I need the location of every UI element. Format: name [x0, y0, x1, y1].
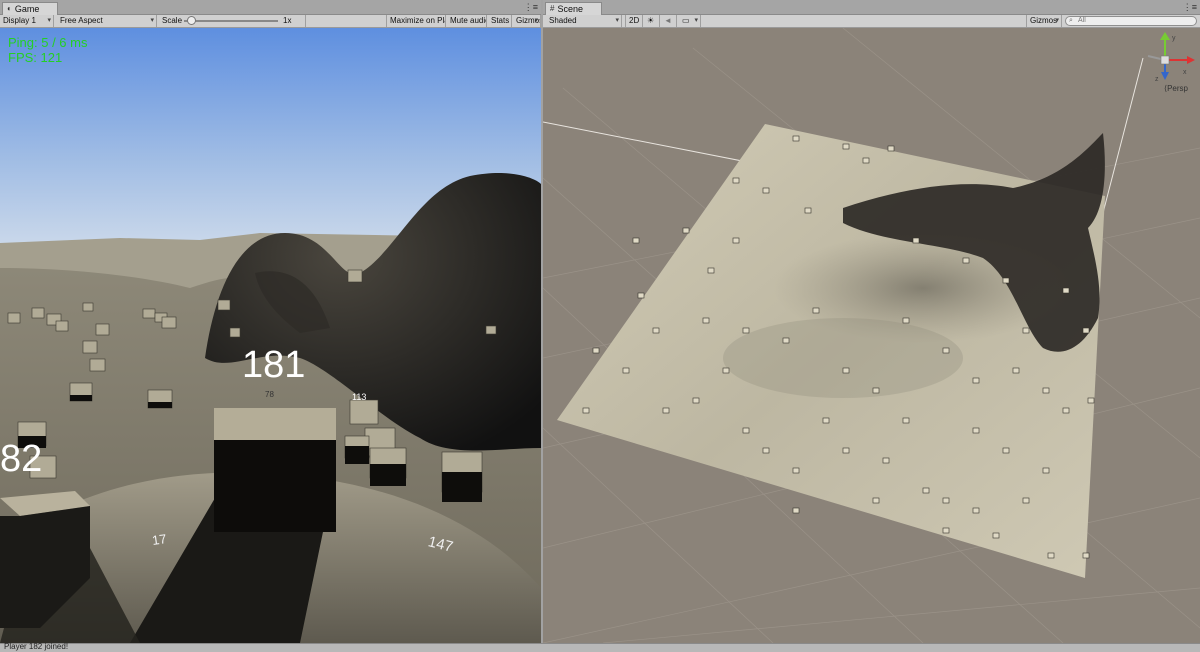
game-tab[interactable]: ◐ Game: [2, 2, 59, 15]
player-181-label: 181: [242, 344, 306, 386]
scene-search-placeholder: All: [1078, 17, 1086, 24]
effects-dropdown-icon[interactable]: ▭: [679, 15, 701, 27]
game-viewport[interactable]: Ping: 5 / 6 ms FPS: 121 181 82 17 147 11…: [0, 28, 541, 643]
gizmo-axis-z: z: [1155, 76, 1159, 83]
projection-label[interactable]: ⟨Persp: [1164, 84, 1188, 93]
player-182-label: 82: [0, 438, 43, 480]
2d-toggle[interactable]: 2D: [625, 15, 643, 27]
scene-toolbar: Shaded 2D ☀ ◄ ▭ Gizmos ⌕ All: [543, 15, 1200, 28]
scene-view-panel: # Scene ⋮≡ Shaded 2D ☀ ◄ ▭ Gizmos ⌕ All: [543, 0, 1200, 643]
scene-tab-menu-icon[interactable]: ⋮≡: [1183, 2, 1197, 12]
game-gizmos-label: Gizmos: [516, 16, 541, 25]
scene-grid-icon: #: [550, 4, 555, 13]
player-cube-181-front: [214, 440, 336, 532]
mute-audio-button[interactable]: Mute audio: [447, 15, 487, 27]
scale-slider-track[interactable]: [184, 20, 278, 22]
scene-render: y x z: [543, 28, 1200, 643]
scene-tab-bar: # Scene ⋮≡: [543, 0, 1200, 15]
maximize-on-play-button[interactable]: Maximize on Play: [386, 15, 446, 27]
scene-tab[interactable]: # Scene: [545, 2, 602, 15]
scene-search-input[interactable]: ⌕ All: [1065, 16, 1197, 26]
game-tab-label: Game: [14, 4, 40, 14]
scale-value: 1x: [280, 15, 306, 27]
scene-tab-label: Scene: [557, 4, 583, 14]
game-render: [0, 28, 541, 643]
scene-gizmos-dropdown[interactable]: Gizmos: [1026, 15, 1062, 27]
stats-button[interactable]: Stats: [488, 15, 512, 27]
display-dropdown[interactable]: Display 1: [0, 15, 54, 27]
scene-gizmos-label: Gizmos: [1030, 16, 1058, 25]
console-message: Player 182 joined!: [4, 642, 69, 651]
projection-label-text: Persp: [1167, 84, 1188, 93]
game-view-panel: ◐ Game ⋮≡ Display 1 Free Aspect Scale 1x…: [0, 0, 541, 643]
search-icon: ⌕: [1069, 17, 1073, 24]
aspect-dropdown[interactable]: Free Aspect: [57, 15, 157, 27]
box-label-78: 78: [265, 390, 274, 399]
scale-label: Scale: [162, 16, 182, 25]
terrain-dip: [723, 318, 963, 398]
game-toolbar: Display 1 Free Aspect Scale 1x Maximize …: [0, 15, 541, 28]
game-tab-bar: ◐ Game ⋮≡: [0, 0, 541, 15]
player-cube-181-top: [214, 408, 336, 440]
fps-readout: FPS: 121: [8, 50, 63, 65]
ground-label-17: 17: [151, 531, 168, 548]
display-dropdown-label: Display 1: [3, 16, 36, 25]
gizmo-axis-x: x: [1183, 69, 1187, 76]
scene-viewport[interactable]: y x z ⟨Persp: [543, 28, 1200, 643]
shading-mode-dropdown[interactable]: Shaded: [546, 15, 622, 27]
scale-slider-thumb[interactable]: [186, 16, 196, 25]
gamepad-icon: ◐: [7, 4, 12, 13]
box-label-113: 113: [352, 392, 367, 402]
game-gizmos-dropdown[interactable]: Gizmos: [513, 15, 541, 27]
aspect-dropdown-label: Free Aspect: [60, 16, 103, 25]
ping-readout: Ping: 5 / 6 ms: [8, 35, 88, 50]
gizmo-axis-y: y: [1172, 35, 1176, 42]
shading-mode-label: Shaded: [549, 16, 577, 25]
audio-toggle-icon[interactable]: ◄: [661, 15, 677, 27]
game-tab-menu-icon[interactable]: ⋮≡: [524, 2, 538, 12]
lighting-toggle-icon[interactable]: ☀: [644, 15, 660, 27]
